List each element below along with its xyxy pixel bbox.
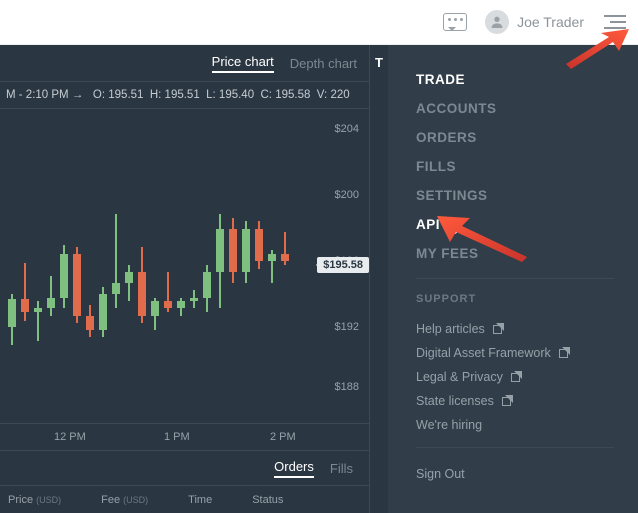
x-tick: 1 PM (164, 431, 190, 443)
c-val: 195.58 (275, 89, 310, 101)
menu-my-fees[interactable]: MY FEES (416, 239, 638, 268)
col-fee: Fee (USD) (101, 494, 148, 506)
link-sign-out[interactable]: Sign Out (416, 462, 638, 486)
l-val: 195.40 (219, 89, 254, 101)
cursor-icon: ⬉ (446, 218, 460, 238)
col-price: Price (USD) (8, 494, 61, 506)
external-link-icon (559, 348, 569, 358)
top-bar: Joe Trader (0, 0, 638, 45)
separator (416, 447, 614, 448)
tab-orders[interactable]: Orders (274, 459, 314, 478)
orders-header: Price (USD) Fee (USD) Time Status (0, 486, 369, 513)
menu-api[interactable]: API ⬉ (416, 210, 638, 239)
tab-fills[interactable]: Fills (330, 461, 353, 476)
time-span: M - 2:10 PM → (6, 89, 83, 101)
ohlc-readout: M - 2:10 PM → O: 195.51 H: 195.51 L: 195… (0, 82, 369, 109)
app-body: Price chart Depth chart M - 2:10 PM → O:… (0, 45, 638, 513)
avatar[interactable] (485, 10, 509, 34)
x-tick: 12 PM (54, 431, 86, 443)
external-link-icon (502, 396, 512, 406)
y-tick: $192 (335, 321, 359, 333)
x-tick: 2 PM (270, 431, 296, 443)
v-val: 220 (330, 89, 349, 101)
trade-column-collapsed[interactable]: T (369, 45, 388, 513)
y-tick: $200 (335, 189, 359, 201)
col-status: Status (252, 494, 283, 506)
candlestick-plot[interactable]: $204 $200 $196 $192 $188 $195.58 (0, 109, 369, 424)
link-state-licenses[interactable]: State licenses (416, 389, 638, 413)
y-tick: $204 (335, 123, 359, 135)
link-digital-asset-framework[interactable]: Digital Asset Framework (416, 341, 638, 365)
o-label: O: (93, 89, 105, 101)
y-tick: $188 (335, 381, 359, 393)
separator (416, 278, 614, 279)
x-axis: 12 PM 1 PM 2 PM (0, 424, 369, 451)
external-link-icon (511, 372, 521, 382)
chart-area: Price chart Depth chart M - 2:10 PM → O:… (0, 45, 369, 513)
menu-icon[interactable] (604, 15, 626, 29)
h-val: 195.51 (165, 89, 200, 101)
c-label: C: (261, 89, 273, 101)
menu-accounts[interactable]: ACCOUNTS (416, 94, 638, 123)
v-label: V: (317, 89, 327, 101)
tab-depth-chart[interactable]: Depth chart (290, 56, 357, 71)
col-time: Time (188, 494, 212, 506)
o-val: 195.51 (108, 89, 143, 101)
menu-settings[interactable]: SETTINGS (416, 181, 638, 210)
chat-icon[interactable] (443, 13, 467, 31)
menu-orders[interactable]: ORDERS (416, 123, 638, 152)
h-label: H: (150, 89, 162, 101)
external-link-icon (493, 324, 503, 334)
support-heading: SUPPORT (416, 293, 638, 305)
l-label: L: (206, 89, 216, 101)
orders-tabs: Orders Fills (0, 451, 369, 486)
menu-trade[interactable]: TRADE (416, 65, 638, 94)
link-help-articles[interactable]: Help articles (416, 317, 638, 341)
chart-tabs: Price chart Depth chart (0, 45, 369, 82)
tab-price-chart[interactable]: Price chart (212, 54, 274, 73)
link-were-hiring[interactable]: We're hiring (416, 413, 638, 437)
username: Joe Trader (517, 14, 584, 30)
last-price-tag: $195.58 (317, 257, 369, 273)
side-menu: TRADE ACCOUNTS ORDERS FILLS SETTINGS API… (388, 45, 638, 513)
link-legal-privacy[interactable]: Legal & Privacy (416, 365, 638, 389)
menu-fills[interactable]: FILLS (416, 152, 638, 181)
